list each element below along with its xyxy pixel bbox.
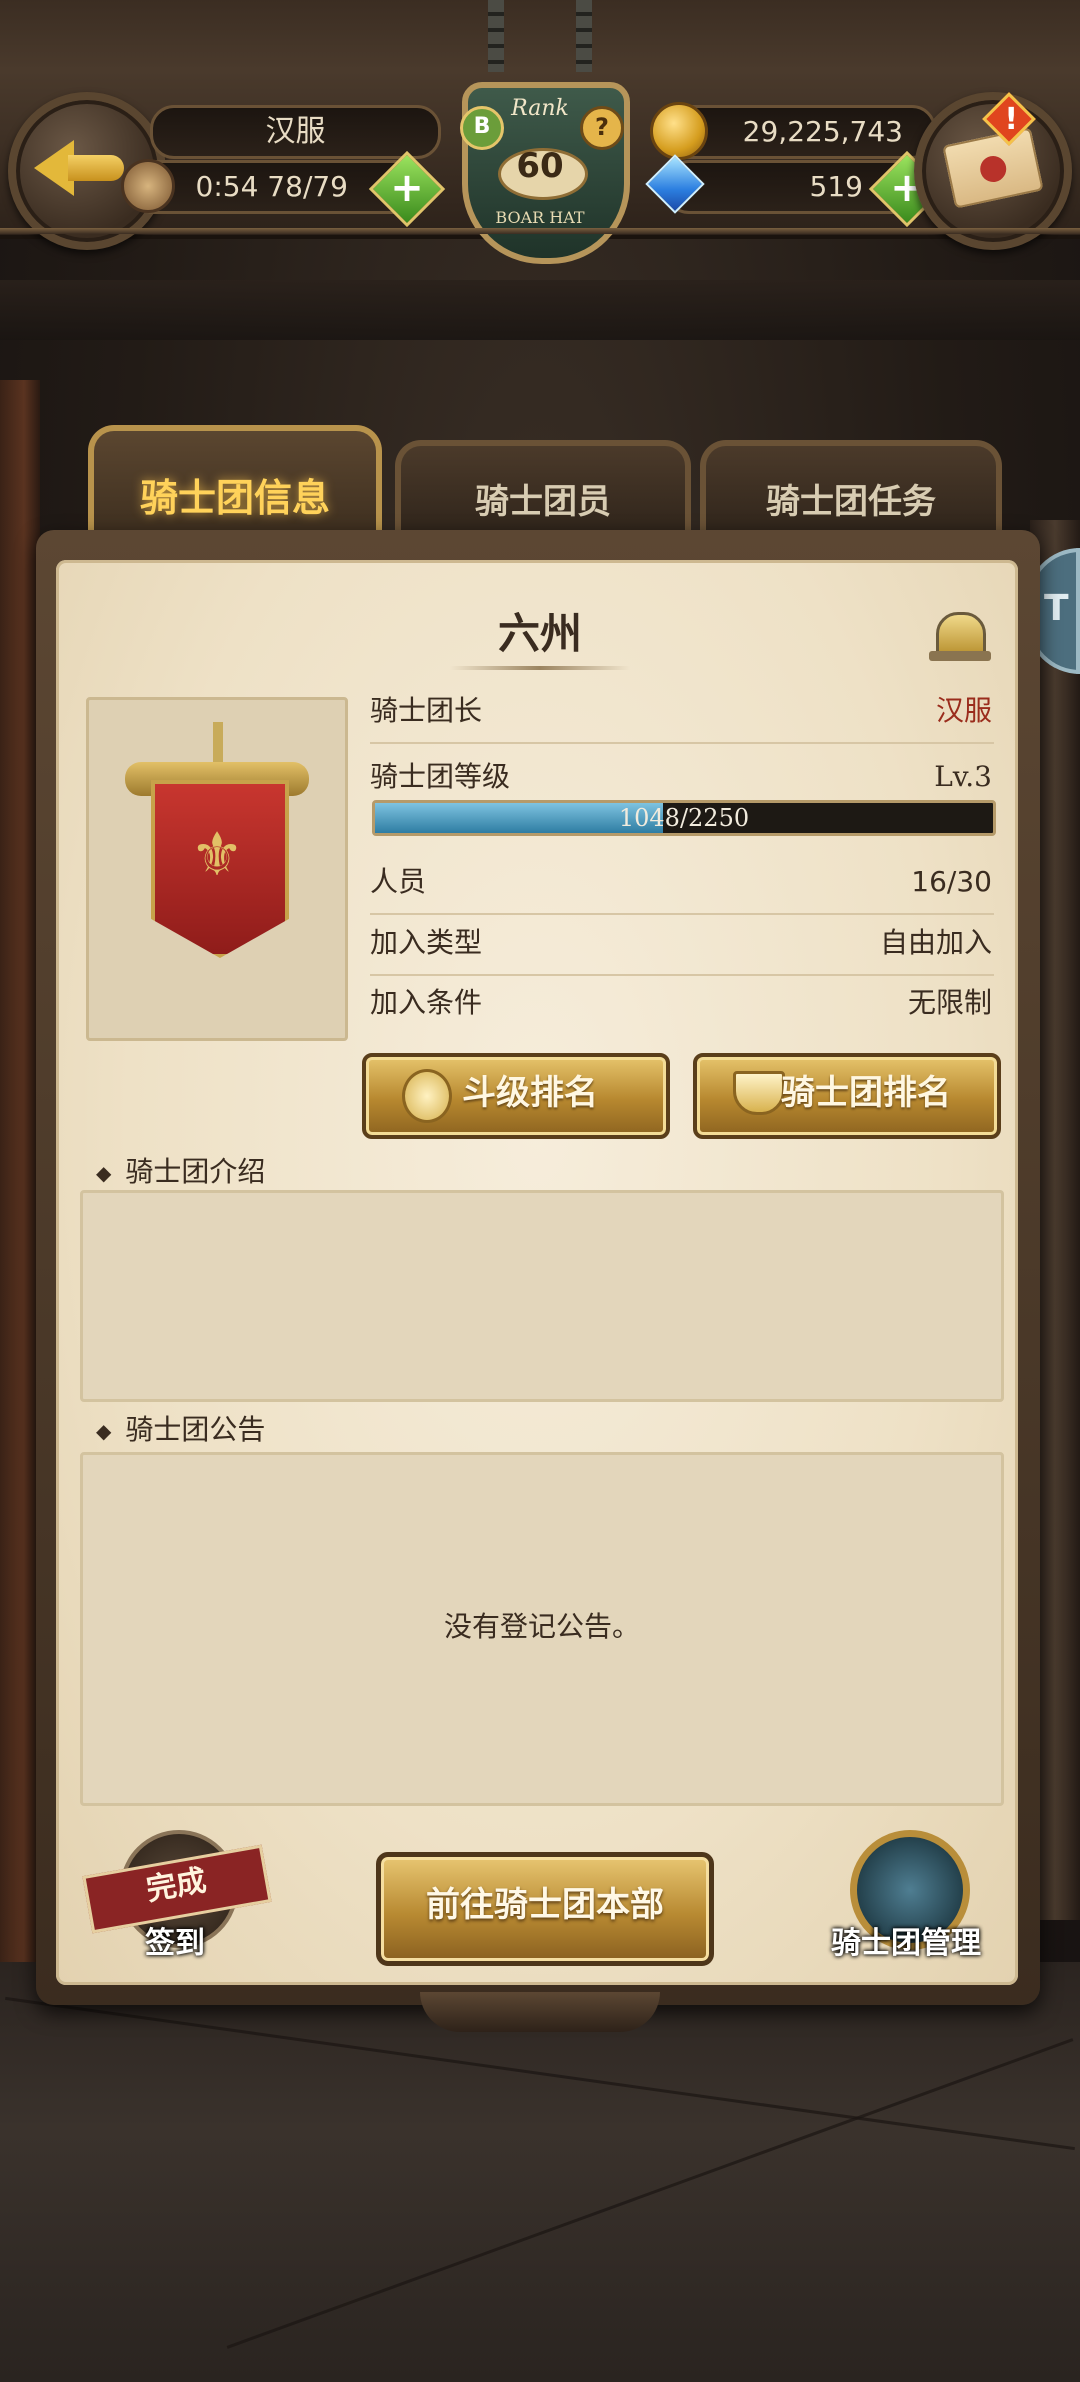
- xp-text: 1048/2250: [618, 804, 750, 832]
- guild-ranking-label: 骑士团排名: [781, 1073, 951, 1113]
- gold-coin-icon: [650, 102, 708, 160]
- join-type-value: 自由加入: [879, 926, 992, 959]
- check-in-label: 签到: [145, 1926, 205, 1961]
- notice-section-title: 骑士团公告: [96, 1408, 265, 1448]
- panel-bottom-trim: [420, 1992, 660, 2032]
- level-row: 骑士团等级 Lv.3: [370, 748, 994, 808]
- join-type-row: 加入类型 自由加入: [370, 914, 994, 976]
- trophy-icon: [733, 1071, 785, 1115]
- divider: [450, 666, 630, 670]
- xp-progress-bar: 1048/2250: [372, 800, 996, 836]
- rank-title: BOAR HAT: [495, 208, 585, 227]
- join-type-label: 加入类型: [370, 926, 483, 959]
- level-ranking-label: 斗级排名: [462, 1073, 598, 1113]
- members-value: 16/30: [911, 865, 992, 898]
- join-condition-value: 无限制: [907, 986, 992, 1019]
- bell-icon[interactable]: [929, 612, 991, 661]
- join-condition-label: 加入条件: [370, 986, 483, 1019]
- mail-icon: [942, 127, 1044, 209]
- guild-ranking-button[interactable]: 骑士团排名: [693, 1053, 1001, 1139]
- help-icon[interactable]: ?: [580, 106, 624, 150]
- go-to-headquarters-label: 前往骑士团本部: [426, 1885, 664, 1925]
- level-value: Lv.3: [934, 760, 992, 793]
- medal-icon: [402, 1069, 452, 1123]
- level-label: 骑士团等级: [370, 760, 511, 793]
- guild-manage-label: 骑士团管理: [831, 1926, 981, 1961]
- rank-value: 60: [516, 146, 564, 186]
- player-name: 汉服: [265, 114, 326, 149]
- members-label: 人员: [370, 865, 427, 898]
- level-ranking-button[interactable]: 斗级排名: [362, 1053, 670, 1139]
- guild-emblem: ⚜: [86, 697, 348, 1041]
- intro-text-box: [80, 1190, 1004, 1402]
- leader-label: 骑士团长: [370, 694, 483, 727]
- tab-label: 骑士团任务: [766, 482, 936, 522]
- ceiling-beam: [0, 280, 1080, 340]
- notice-text-box: 没有登记公告。: [80, 1452, 1004, 1806]
- gold-bar: 29,225,743: [650, 102, 936, 160]
- rank-tier-icon: B: [460, 106, 504, 150]
- tab-label: 骑士团员: [475, 482, 611, 522]
- tab-label: 骑士团信息: [139, 476, 330, 520]
- join-condition-row: 加入条件 无限制: [370, 974, 994, 1034]
- top-hud: 汉服 0:54 78/79 Rank 60 BOAR HAT B ? 29,22…: [0, 0, 1080, 264]
- members-row: 人员 16/30: [370, 853, 994, 915]
- player-name-bar: 汉服: [150, 105, 441, 159]
- stamina-icon: [121, 159, 175, 213]
- gem-value: 519: [809, 170, 863, 203]
- alert-mark: !: [1004, 102, 1018, 137]
- leader-value: 汉服: [935, 694, 992, 727]
- go-to-headquarters-button[interactable]: 前往骑士团本部: [376, 1852, 714, 1966]
- leader-row: 骑士团长 汉服: [370, 682, 994, 744]
- intro-section-title: 骑士团介绍: [96, 1150, 265, 1190]
- gold-value: 29,225,743: [742, 115, 903, 148]
- gem-icon: [645, 154, 705, 214]
- rank-badge[interactable]: Rank 60 BOAR HAT B ?: [440, 62, 640, 272]
- notice-text: 没有登记公告。: [443, 1610, 640, 1643]
- stamina-value: 0:54 78/79: [195, 170, 348, 203]
- guild-name: 六州: [497, 609, 582, 658]
